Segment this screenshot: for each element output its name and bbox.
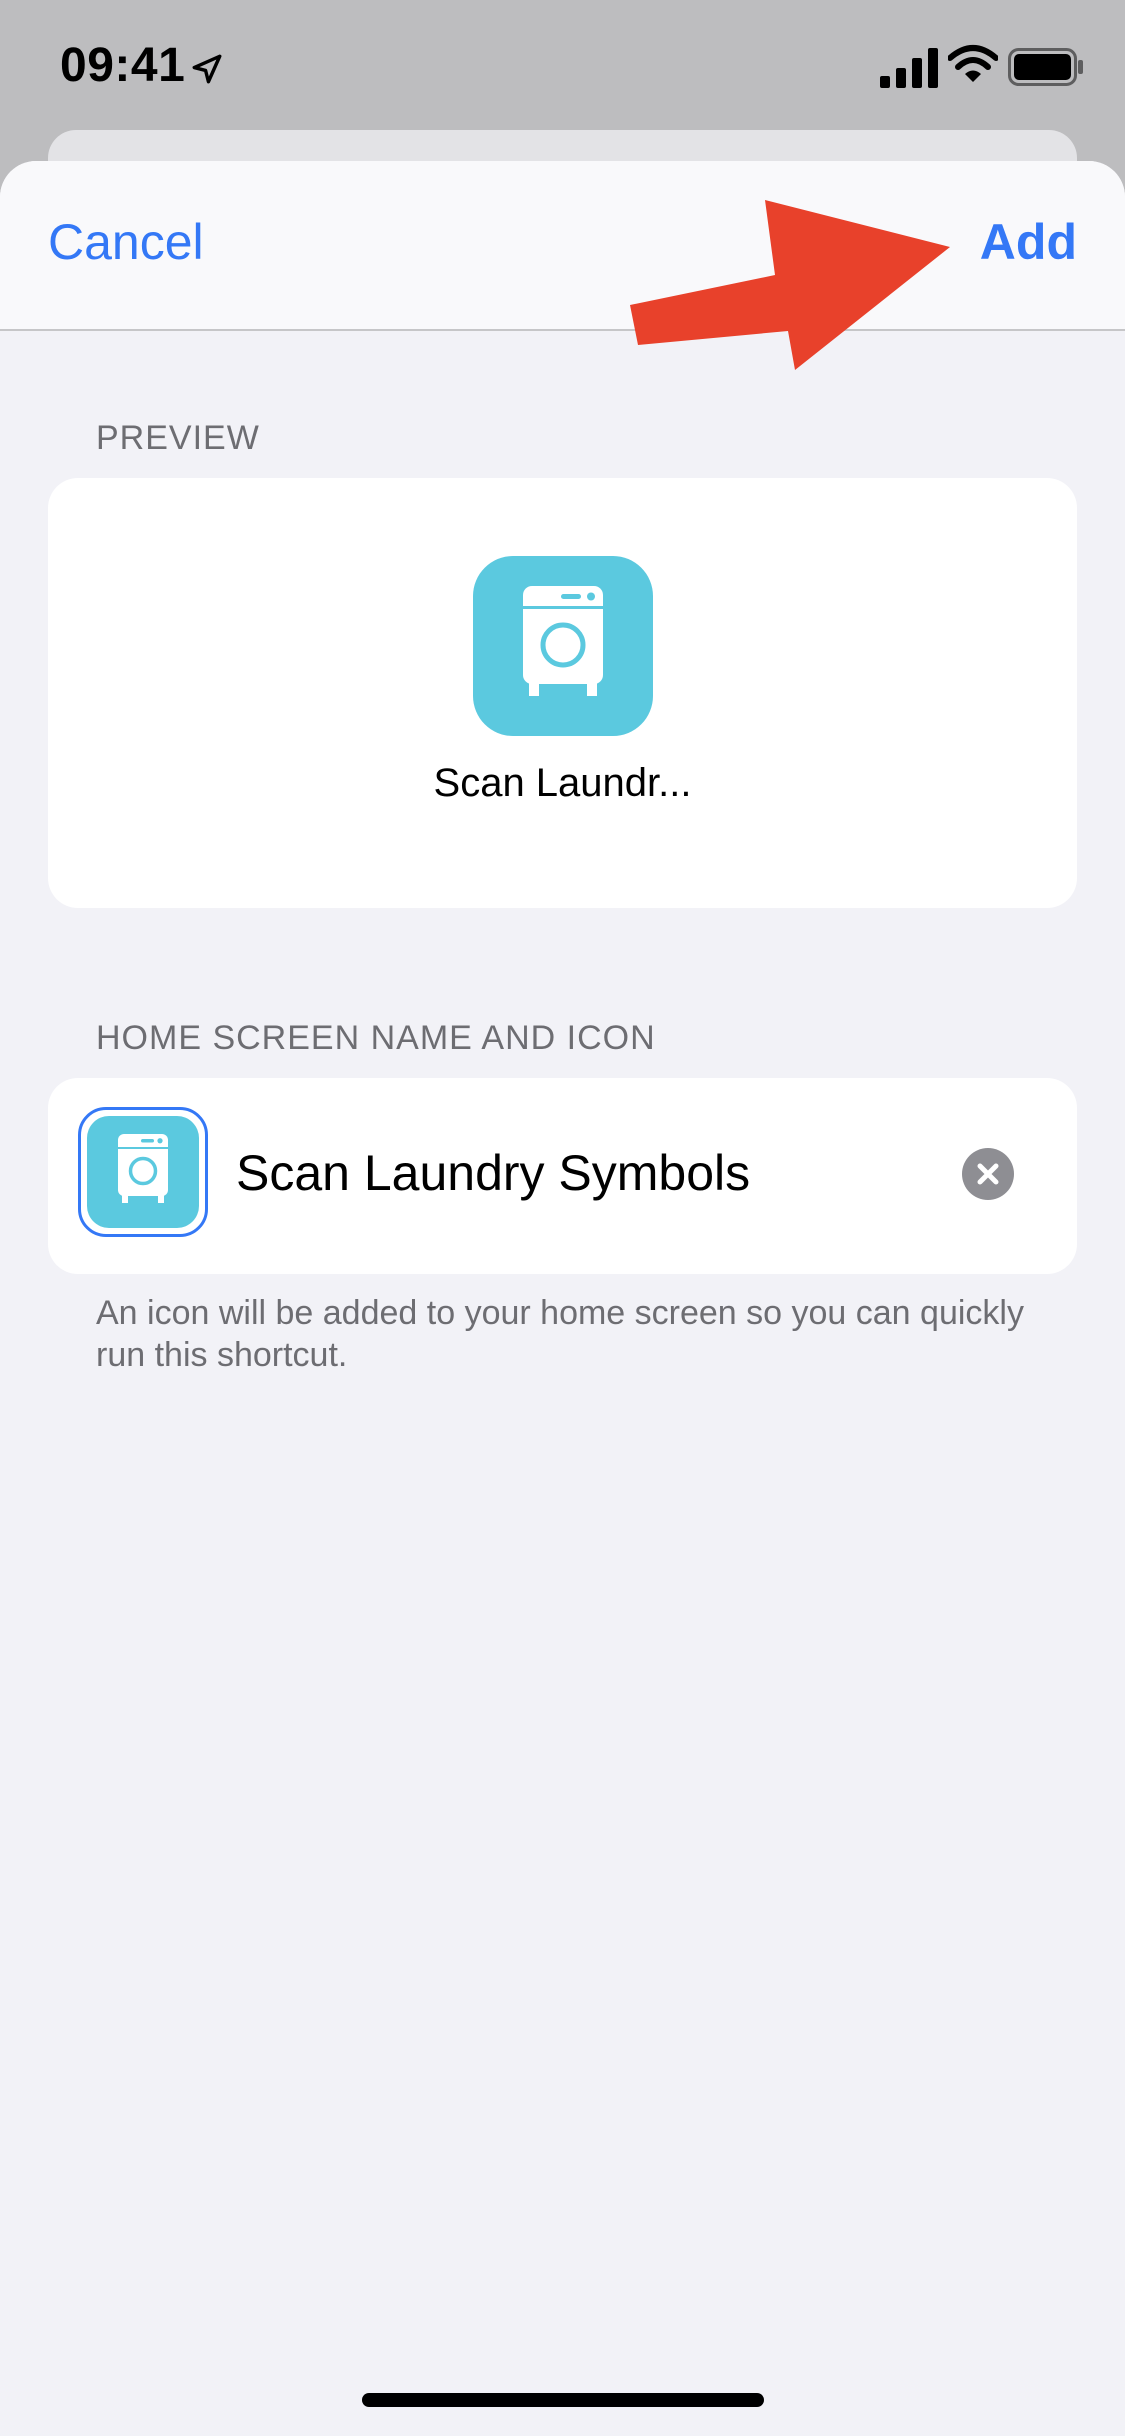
- home-screen-header: HOME SCREEN NAME AND ICON: [96, 1019, 656, 1057]
- status-bar: 09:41: [0, 0, 1125, 135]
- clear-text-button[interactable]: [962, 1148, 1014, 1200]
- clear-text-icon: [977, 1163, 999, 1185]
- shortcut-preview-icon: [473, 556, 653, 736]
- preview-header: PREVIEW: [96, 419, 260, 457]
- cancel-button[interactable]: Cancel: [48, 213, 204, 271]
- cellular-signal-icon: [880, 48, 938, 88]
- wifi-icon: [948, 45, 998, 82]
- shortcut-preview-label: Scan Laundr...: [433, 761, 692, 805]
- shortcut-icon: [87, 1116, 199, 1228]
- status-time: 09:41: [60, 39, 186, 92]
- washing-machine-icon: [523, 586, 603, 696]
- home-screen-footer: An icon will be added to your home scree…: [96, 1294, 1024, 1374]
- battery-icon: [1008, 48, 1083, 86]
- add-button[interactable]: Add: [980, 213, 1077, 271]
- add-to-home-screen-sheet: Cancel Add PREVIEW Scan Laundr... HOME S…: [0, 161, 1125, 2436]
- home-screen-name-card: [48, 1078, 1077, 1274]
- location-arrow-icon: [192, 54, 222, 84]
- icon-picker-button[interactable]: [78, 1107, 208, 1237]
- shortcut-name-input[interactable]: [236, 1141, 956, 1205]
- preview-card: Scan Laundr...: [48, 478, 1077, 908]
- home-indicator: [362, 2393, 764, 2407]
- washing-machine-icon: [118, 1134, 168, 1203]
- annotation-arrow-icon: [630, 200, 950, 370]
